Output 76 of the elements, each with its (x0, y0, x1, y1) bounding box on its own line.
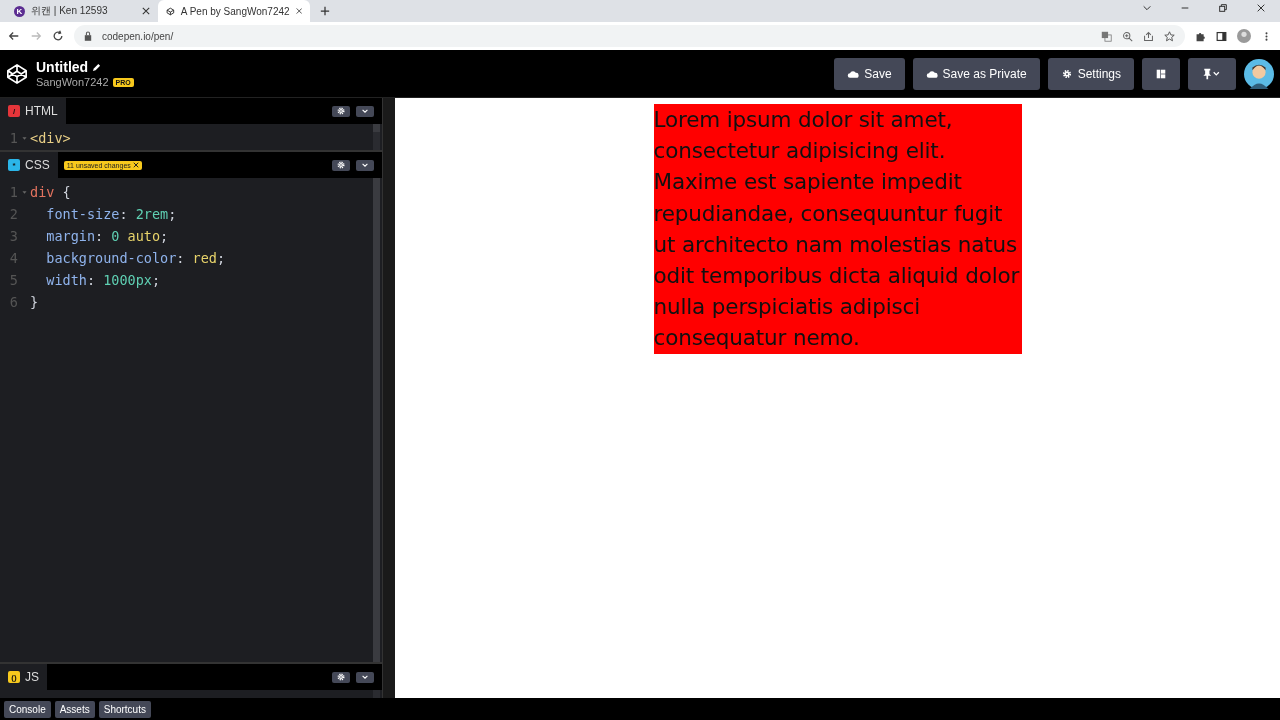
settings-button[interactable] (332, 159, 350, 171)
chevron-down-icon (361, 161, 369, 169)
address-field[interactable]: codepen.io/pen/ (74, 25, 1185, 47)
line-number: 4 (8, 250, 18, 266)
cube-logo-icon[interactable] (6, 62, 28, 85)
close-icon[interactable] (142, 7, 150, 15)
settings-icon (337, 107, 345, 115)
settings-button[interactable] (332, 671, 350, 683)
fold-arrow-icon[interactable] (21, 135, 27, 141)
code-line: background-color: red; (45, 250, 226, 266)
pen-title[interactable]: Untitled (36, 59, 89, 75)
close-icon[interactable] (295, 7, 302, 15)
language-icon: / (8, 105, 20, 117)
cube-icon (166, 5, 175, 17)
fold-arrow-icon[interactable] (21, 189, 27, 195)
layout-button[interactable] (1142, 57, 1180, 90)
code-line: } (30, 294, 39, 310)
layout-icon (1155, 68, 1167, 79)
site-icon: K (14, 5, 25, 17)
cloud-icon (925, 68, 938, 79)
settings-button[interactable] (332, 105, 350, 117)
collapse-button[interactable] (356, 159, 374, 171)
reload-icon[interactable] (52, 30, 64, 42)
avatar-icon[interactable] (1244, 58, 1274, 89)
chevron-down-icon (361, 673, 369, 681)
code-line: width: 1000px; (45, 272, 161, 288)
line-number: 5 (8, 272, 18, 288)
code-line: font-size: 2rem; (45, 206, 177, 222)
footer-button[interactable]: Shortcuts (98, 700, 151, 718)
sidebar-icon[interactable] (1216, 30, 1227, 42)
close-icon[interactable] (1256, 3, 1266, 13)
line-number: 1 (8, 130, 18, 146)
translate-icon[interactable] (1101, 30, 1112, 42)
line-number: 3 (8, 228, 18, 244)
restore-icon[interactable] (1218, 3, 1228, 13)
scrollbar[interactable] (373, 178, 380, 662)
footer-button[interactable]: Assets (54, 700, 95, 718)
scrollbar[interactable] (373, 124, 380, 150)
editor-tab[interactable]: / HTML (0, 98, 66, 124)
back-icon[interactable] (8, 30, 20, 42)
header-button[interactable]: Save as Private (912, 57, 1040, 90)
line-number: 2 (8, 206, 18, 222)
pin-button[interactable] (1188, 57, 1236, 90)
share-icon[interactable] (1143, 30, 1154, 42)
lock-icon (84, 31, 92, 41)
collapse-button[interactable] (356, 671, 374, 683)
language-icon: () (8, 671, 20, 683)
chevron-down-icon[interactable] (1142, 3, 1152, 13)
language-icon: * (8, 159, 20, 171)
resize-handle[interactable] (382, 98, 395, 698)
code-line: <div> (30, 130, 71, 146)
pencil-icon[interactable] (92, 62, 102, 72)
puzzle-icon[interactable] (1195, 30, 1206, 42)
header-button[interactable]: Settings (1047, 57, 1134, 90)
settings-icon (337, 673, 345, 681)
footer-button[interactable]: Console (4, 700, 51, 718)
editor-tab[interactable]: () JS (0, 664, 47, 690)
settings-icon (337, 161, 345, 169)
star-icon[interactable] (1164, 30, 1175, 42)
collapse-button[interactable] (356, 105, 374, 117)
code-line: div { (30, 184, 71, 200)
line-number: 1 (8, 184, 18, 200)
username[interactable]: SangWon7242 (36, 76, 109, 88)
editor-tab[interactable]: * CSS (0, 152, 58, 178)
preview-text: Lorem ipsum dolor sit amet, consectetur adipisicing elit. Maxime est sapiente impedit repudiandae, consequuntur fugit ut architecto nam molestias natus odit temporibus dicta aliquid dolor nulla perspiciatis adipisci consequatur nemo. (653, 104, 1022, 354)
line-number: 6 (8, 294, 18, 310)
code-line: margin: 0 auto; (45, 228, 169, 244)
browser-tab[interactable]: K 위캔 | Ken 12593 (6, 0, 158, 22)
cloud-icon (847, 68, 860, 79)
scrollbar[interactable] (373, 690, 380, 698)
zoom-icon[interactable] (1122, 30, 1133, 42)
chevron-down-icon (361, 107, 369, 115)
browser-tab[interactable]: A Pen by SangWon7242 (158, 0, 310, 22)
settings-icon (1060, 68, 1073, 79)
new-tab-icon[interactable] (320, 6, 330, 16)
header-button[interactable]: Save (834, 57, 905, 90)
